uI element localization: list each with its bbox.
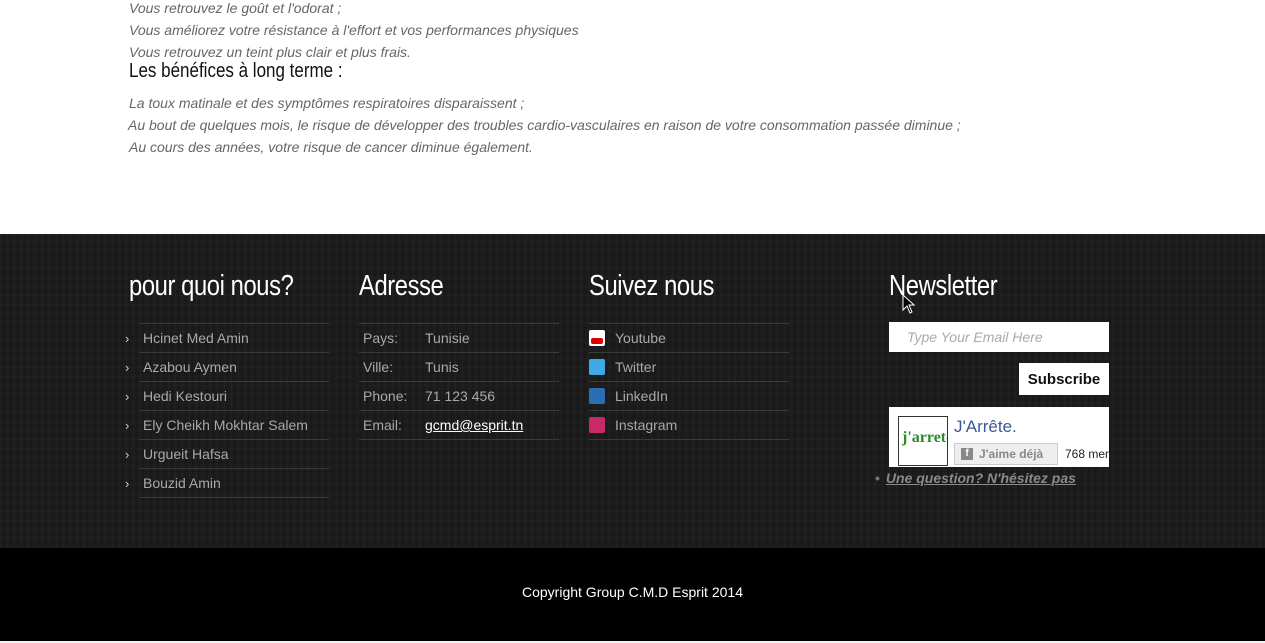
- address-title: Adresse: [359, 270, 444, 302]
- chevron-right-icon: ›: [125, 331, 130, 346]
- short-term-benefit: Vous retrouvez le goût et l'odorat ;: [129, 0, 342, 16]
- bullet-icon: •: [875, 470, 880, 486]
- facebook-icon: f: [961, 448, 973, 460]
- copyright-text: Copyright Group C.M.D Esprit 2014: [522, 584, 743, 600]
- facebook-page-name[interactable]: J'Arrête.: [954, 417, 1017, 437]
- list-item[interactable]: › Ely Cheikh Mokhtar Salem: [125, 411, 329, 440]
- team-list: › Hcinet Med Amin › Azabou Aymen › Hedi Kes…: [125, 323, 329, 498]
- mouse-cursor-icon: [902, 293, 916, 314]
- address-row: Email: gcmd@esprit.tn: [359, 411, 559, 440]
- chevron-right-icon: ›: [125, 389, 130, 404]
- chevron-right-icon: ›: [125, 476, 130, 491]
- chevron-right-icon: ›: [125, 447, 130, 462]
- facebook-like-count: 768 mem: [1065, 447, 1109, 461]
- short-term-benefit: Vous améliorez votre résistance à l'effo…: [129, 22, 579, 38]
- list-item[interactable]: › Azabou Aymen: [125, 353, 329, 382]
- youtube-icon: [589, 330, 605, 346]
- facebook-like-box: j'arrete J'Arrête. fJ'aime déjà 768 mem: [889, 407, 1109, 467]
- twitter-icon: [589, 359, 605, 375]
- email-link[interactable]: gcmd@esprit.tn: [425, 417, 523, 433]
- social-link-youtube[interactable]: Youtube: [589, 324, 789, 353]
- question-link[interactable]: Une question? N'hésitez pas: [886, 470, 1076, 486]
- footer: pour quoi nous? › Hcinet Med Amin › Azabou…: [0, 234, 1265, 548]
- address-list: Pays: Tunisie Ville: Tunis Phone: 71 123 45…: [359, 323, 559, 440]
- chevron-right-icon: ›: [125, 418, 130, 433]
- short-term-benefit: Vous retrouvez un teint plus clair et pl…: [129, 44, 411, 60]
- social-link-twitter[interactable]: Twitter: [589, 353, 789, 382]
- long-term-benefit: La toux matinale et des symptômes respir…: [129, 95, 525, 111]
- why-us-title: pour quoi nous?: [129, 270, 294, 302]
- long-term-benefit: Au bout de quelques mois, le risque de d…: [128, 117, 961, 133]
- social-list: Youtube Twitter LinkedIn Instagram: [589, 323, 789, 440]
- address-row: Phone: 71 123 456: [359, 382, 559, 411]
- address-row: Ville: Tunis: [359, 353, 559, 382]
- list-item[interactable]: › Hcinet Med Amin: [125, 324, 329, 353]
- page-logo: j'arrete: [898, 416, 948, 466]
- long-term-heading: Les bénéfices à long terme :: [129, 60, 343, 82]
- subscribe-button[interactable]: Subscribe: [1019, 363, 1109, 395]
- instagram-icon: [589, 417, 605, 433]
- list-item[interactable]: › Hedi Kestouri: [125, 382, 329, 411]
- list-item[interactable]: › Bouzid Amin: [125, 469, 329, 498]
- address-row: Pays: Tunisie: [359, 324, 559, 353]
- question-item: • Une question? N'hésitez pas: [875, 470, 1076, 486]
- facebook-like-button[interactable]: f J'aime déjà: [954, 443, 1058, 465]
- newsletter-email-input[interactable]: [889, 322, 1109, 352]
- copyright-bar: Copyright Group C.M.D Esprit 2014: [0, 548, 1265, 641]
- long-term-benefit: Au cours des années, votre risque de can…: [129, 139, 533, 155]
- list-item[interactable]: › Urgueit Hafsa: [125, 440, 329, 469]
- chevron-right-icon: ›: [125, 360, 130, 375]
- linkedin-icon: [589, 388, 605, 404]
- article-content: Vous retrouvez le goût et l'odorat ; Vou…: [0, 0, 1265, 234]
- social-title: Suivez nous: [589, 270, 715, 302]
- social-link-linkedin[interactable]: LinkedIn: [589, 382, 789, 411]
- social-link-instagram[interactable]: Instagram: [589, 411, 789, 440]
